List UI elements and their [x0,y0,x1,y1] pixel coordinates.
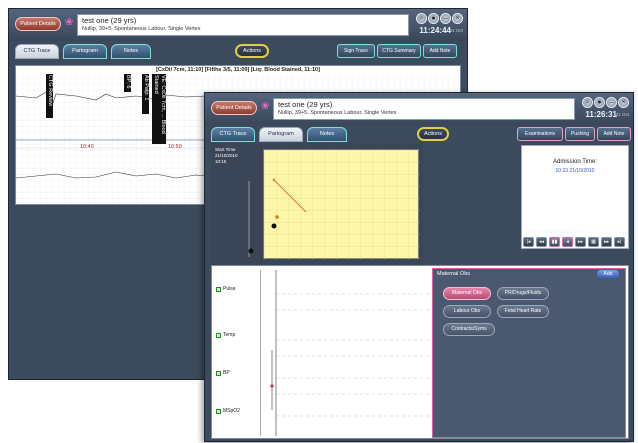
maternal-obs-button[interactable]: Maternal Obs [443,287,491,300]
contracts-syms-button[interactable]: Contracts/Syms [443,323,495,336]
obs-chart[interactable] [260,270,432,436]
rewind-icon[interactable]: ◂ [562,237,573,247]
ctg-marker[interactable]: CTG Review [46,74,53,118]
obs-label: BP [223,370,230,376]
admission-value: 10:23 21/10/2010 [555,168,595,174]
add-note-button[interactable]: Add Note [597,127,631,141]
ctg-time-label: 10:40 [80,144,94,150]
patient-info-box: test one (29 yrs) Nullip, 39+5, Spontane… [273,98,575,120]
cervix-mark-x: × [272,178,276,184]
observations-panel: ✓ Pulse ✓ Temp ✓ BP ✓ MSpO2 Maternal Obs Add… [211,265,629,439]
ctg-marker[interactable]: Ab Palp: 1 [142,74,149,114]
ctg-marker[interactable]: VE: CxDil 7cm, ... Blood Stained [152,74,166,144]
window-controls: ⌕ ● – × [582,97,629,108]
window-controls: ⌕ ● – × [416,13,463,24]
partogram-grid: × [264,150,420,260]
tab-notes[interactable]: Notes [111,44,151,59]
actions-button[interactable]: Actions [235,44,269,58]
patient-summary: Nullip, 39+5, Spontaneous Labour, Single… [278,110,397,116]
clock-date: 21 Oct [615,112,629,117]
cervix-point [275,215,279,219]
tab-partogram[interactable]: Partogram [63,44,107,59]
tab-ctg-trace[interactable]: CTG Trace [15,44,59,59]
pause-icon[interactable]: ▮▮ [549,237,560,247]
last-icon[interactable]: ▸| [614,237,625,247]
grid-icon[interactable]: ▦ [588,237,599,247]
patient-name: test one (29 yrs) [278,100,333,109]
examinations-button[interactable]: Examinations [517,127,563,141]
descent-axis [248,181,254,257]
patient-info-box: test one (29 yrs) Nullip, 39+5, Spontane… [77,14,409,36]
partogram-navigator: |◂ ◂◂ ▮▮ ◂ ▸▸ ▦ ▸▸ ▸| [523,237,625,247]
search-icon[interactable]: ⌕ [582,97,593,108]
previous-icon[interactable]: ◂◂ [536,237,547,247]
start-time-block: Start Time 21/10/2010 10:15 [215,147,238,165]
add-button[interactable]: Add [597,270,619,278]
start-time-value: 10:15 [215,159,227,164]
header-bar: Patient Details ❀ test one (29 yrs) Null… [205,93,633,125]
minimize-icon[interactable]: – [606,97,617,108]
latest-partogram-label: Latest Partogram (2 of 2) [523,229,585,235]
labour-obs-button[interactable]: Labour Obs [443,305,491,318]
clock-date: 21 Oct [449,28,463,33]
checkbox-icon[interactable]: ✓ [216,408,221,414]
obs-row-mspo2[interactable]: ✓ MSpO2 [216,408,240,414]
ctg-event-summary: [CxDil 7cm, 11:10] [Fifths 3/5, 11:09] [… [156,67,320,73]
sign-trace-button[interactable]: Sign Trace [337,44,375,58]
forward-icon[interactable]: ▸▸ [575,237,586,247]
obs-row-bp[interactable]: ✓ BP [216,370,230,376]
actions-button[interactable]: Actions [417,127,449,141]
checkbox-icon[interactable]: ✓ [216,286,221,292]
info-icon[interactable]: ● [428,13,439,24]
maternal-obs-title: Maternal Obs [437,271,471,277]
header-bar: Patient Details ❀ test one (29 yrs) Null… [9,9,467,41]
close-icon[interactable]: × [452,13,463,24]
patient-details-button[interactable]: Patient Details [211,101,257,115]
close-icon[interactable]: × [618,97,629,108]
minimize-icon[interactable]: – [440,13,451,24]
search-icon[interactable]: ⌕ [416,13,427,24]
partogram-window: Patient Details ❀ test one (29 yrs) Null… [204,92,634,442]
flower-icon: ❀ [65,17,74,28]
info-icon[interactable]: ● [594,97,605,108]
tab-ctg-trace[interactable]: CTG Trace [211,127,255,142]
partogram-chart[interactable]: × [263,149,420,260]
obs-label: Temp [223,332,236,338]
pr-drugs-fluids-button[interactable]: PR/Drugs/Fluids [497,287,549,300]
obs-label: MSpO2 [223,408,240,414]
checkbox-icon[interactable]: ✓ [216,332,221,338]
clock-time: 11:24:44 [419,26,451,35]
flower-icon: ❀ [261,101,270,112]
patient-summary: Nullip, 39+5, Spontaneous Labour, Single… [82,26,201,32]
tab-notes[interactable]: Notes [307,127,347,142]
head-descent-point [271,223,277,229]
fetal-heart-rate-button[interactable]: Fetal Heart Rate [497,305,549,318]
pushing-button[interactable]: Pushing [565,127,595,141]
admission-label: Admission Time: [552,159,597,165]
maternal-obs-panel: Maternal Obs Add Maternal Obs PR/Drugs/F… [432,268,626,438]
ctg-marker[interactable]: BP: 6 [124,74,131,92]
obs-label: Pulse [223,286,236,292]
first-icon[interactable]: |◂ [523,237,534,247]
ctg-time-label: 10:50 [168,144,182,150]
obs-row-pulse[interactable]: ✓ Pulse [216,286,236,292]
patient-name: test one (29 yrs) [82,16,137,25]
clock-time: 11:26:31 [585,110,617,119]
next-icon[interactable]: ▸▸ [601,237,612,247]
partogram-panel: Start Time 21/10/2010 10:15 × [211,143,423,267]
add-note-button[interactable]: Add Note [423,44,457,58]
tab-partogram[interactable]: Partogram [259,127,303,142]
descent-point [248,248,254,254]
obs-row-temp[interactable]: ✓ Temp [216,332,235,338]
patient-details-button[interactable]: Patient Details [15,17,61,31]
ctg-summary-button[interactable]: CTG Summary [377,44,421,58]
checkbox-icon[interactable]: ✓ [216,370,221,376]
